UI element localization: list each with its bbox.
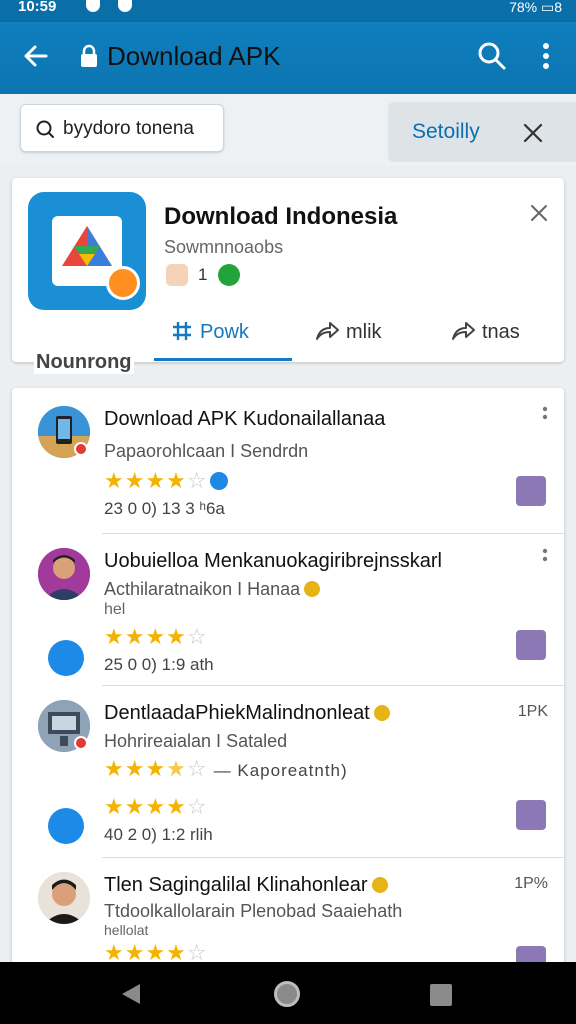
app-header-card: Download Indonesia Sowmnnoaobs 1 Powk ml… [12, 178, 564, 362]
gold-badge-icon [371, 877, 388, 893]
back-arrow-icon[interactable] [20, 40, 52, 72]
tab-label: mlik [346, 321, 382, 343]
apk-badge-icon [106, 266, 140, 300]
filter-chip[interactable]: Setoilly [388, 102, 576, 162]
user-avatar [38, 548, 90, 600]
document-icon[interactable] [516, 630, 546, 660]
item-title: DentlaadaPhiekMalindnonleat [104, 700, 390, 726]
item-subtitle: Papaorohlcaan I Sendrdn [104, 441, 309, 461]
item-subtitle-extra: hel [104, 601, 126, 618]
search-icon[interactable] [476, 40, 508, 72]
document-icon[interactable] [516, 800, 546, 830]
gold-badge-icon [304, 581, 321, 597]
more-options-icon[interactable] [542, 406, 548, 428]
verified-icon [209, 472, 228, 490]
list-item[interactable]: Tlen Sagingalilal Klinahonlear Ttdoolkal… [12, 858, 564, 968]
share-icon [452, 322, 475, 340]
rating-count: 1 [198, 265, 208, 284]
page-title: Download APK [107, 41, 281, 71]
notification-icon [86, 0, 100, 12]
app-developer: Sowmnnoaobs [164, 237, 284, 257]
section-label: Nounrong [34, 350, 134, 374]
messenger-icon [48, 640, 84, 676]
tab-mlik[interactable]: mlik [314, 316, 382, 360]
close-icon[interactable] [522, 122, 544, 144]
nav-back-icon[interactable] [120, 982, 142, 1006]
item-title: Uobuielloa Menkanuokagiribrejnsskarl [104, 550, 442, 572]
tab-powk[interactable]: Powk [170, 316, 249, 360]
star-rating: ★★★★☆ — Kaporeatnth) [104, 756, 348, 781]
item-subtitle: Ttdoolkallolarain Plenobad Saaiehath [104, 901, 403, 921]
status-time: 10:59 [18, 0, 57, 15]
tab-label: tnas [482, 321, 520, 343]
item-meta: 23 0 0) 13 3 ʰ6a [104, 499, 225, 518]
app-icon [28, 192, 146, 310]
app-bar: Download APK [0, 22, 576, 94]
active-tab-indicator [154, 358, 292, 361]
search-strip: byydoro tonena Setoilly [0, 94, 576, 166]
search-input[interactable]: byydoro tonena [20, 104, 224, 152]
filter-label: Setoilly [412, 120, 480, 143]
status-bar: 10:59 78% ▭8 [0, 0, 576, 22]
app-tabs: Powk mlik tnas [142, 316, 564, 362]
system-nav-bar [0, 962, 576, 1024]
list-item[interactable]: DentlaadaPhiekMalindnonleat Hohrireaiala… [12, 686, 564, 858]
document-icon[interactable] [516, 476, 546, 506]
share-icon [316, 322, 339, 340]
more-options-icon[interactable] [542, 548, 548, 570]
nav-recents-icon[interactable] [430, 984, 452, 1006]
tab-tnas[interactable]: tnas [450, 316, 520, 360]
status-dot-icon [74, 736, 88, 750]
close-icon[interactable] [530, 204, 548, 222]
item-title: Tlen Sagingalilal Klinahonlear [104, 872, 388, 898]
item-size: 1PK [517, 703, 548, 720]
item-subtitle: Acthilaratnaikon I Hanaa [104, 578, 321, 600]
search-icon [36, 120, 54, 138]
list-item[interactable]: Uobuielloa Menkanuokagiribrejnsskarl Act… [12, 534, 564, 686]
star-rating: ★★★★☆ [104, 794, 208, 819]
star-rating: ★★★★☆ [104, 470, 228, 492]
item-size: 1P% [514, 875, 548, 892]
star-rating: ★★★★☆ [104, 624, 208, 649]
item-subtitle: Hohrireaialan I Sataled [104, 731, 288, 751]
list-item[interactable]: Download APK Kudonailallanaa Papaorohlca… [12, 388, 564, 534]
results-list: Download APK Kudonailallanaa Papaorohlca… [12, 388, 564, 968]
notification-icon [118, 0, 132, 12]
nav-home-icon[interactable] [274, 981, 300, 1007]
verified-badge-icon [218, 264, 240, 286]
item-subtitle-extra: hellolat [104, 922, 149, 938]
star-rating: ★★★★☆ [104, 940, 208, 965]
status-dot-icon [74, 442, 88, 456]
search-value: byydoro tonena [63, 118, 194, 139]
app-name: Download Indonesia [164, 203, 398, 230]
lock-icon [81, 44, 97, 67]
face-icon [166, 264, 188, 286]
user-avatar [38, 872, 90, 924]
gold-badge-icon [373, 705, 390, 721]
battery-status: 78% ▭8 [509, 0, 562, 15]
item-title: Download APK Kudonailallanaa [104, 408, 386, 430]
item-meta: 40 2 0) 1:2 rlih [104, 825, 213, 844]
item-meta: 25 0 0) 1:9 ath [104, 655, 214, 674]
tab-label: Powk [200, 321, 249, 343]
grid-icon [173, 322, 191, 340]
more-options-icon[interactable] [536, 40, 556, 72]
messenger-icon [48, 808, 84, 844]
